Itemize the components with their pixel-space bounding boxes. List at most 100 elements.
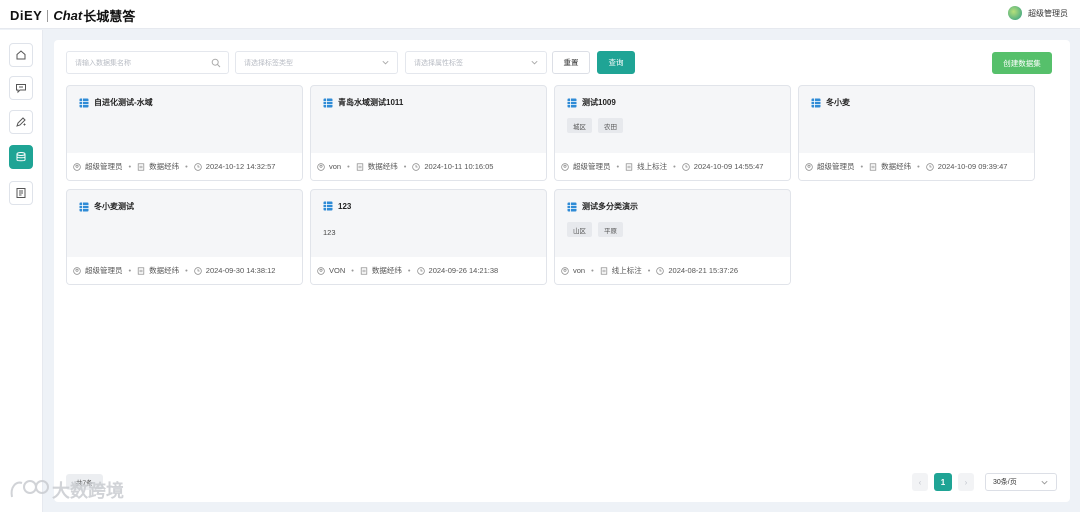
card-time: 2024-10-09 09:39:47	[937, 162, 1008, 171]
card-source: 数据经纬	[371, 266, 402, 275]
sidebar-item-home[interactable]	[9, 43, 33, 67]
card-title-text: 冬小麦	[826, 98, 850, 107]
watermark: 大数跨境	[8, 477, 124, 503]
card-title: 测试1009	[567, 97, 616, 108]
table-icon	[567, 98, 577, 107]
table-icon	[79, 98, 89, 107]
card-user: von	[329, 162, 342, 171]
tag: 城区	[567, 118, 592, 133]
user-menu[interactable]: 超级管理员	[1008, 6, 1068, 20]
tag: 山区	[567, 222, 592, 237]
card-time: 2024-08-21 15:37:26	[668, 266, 739, 275]
user-icon	[73, 162, 81, 171]
dataset-card[interactable]: 冬小麦 超级管理员 • 数据经纬 • 2024-10-09 09:39:47	[798, 85, 1035, 181]
chevron-down-icon	[382, 60, 389, 65]
card-time: 2024-10-12 14:32:57	[205, 162, 276, 171]
dataset-card[interactable]: 自进化测试-水域 超级管理员 • 数据经纬 • 2024-10-12 14:32…	[66, 85, 303, 181]
dataset-card[interactable]: 测试1009 城区 农田 超级管理员 • 线上标注 • 2024-10-09 1…	[554, 85, 791, 181]
source-icon	[600, 266, 607, 275]
source-icon	[356, 162, 363, 171]
card-title-text: 青岛水域测试1011	[338, 98, 404, 107]
card-source: 数据经纬	[881, 162, 912, 171]
table-icon	[323, 201, 333, 211]
search-input[interactable]: 请输入数据集名称	[66, 51, 229, 74]
tag: 平原	[598, 222, 623, 237]
attr-label-select[interactable]: 请选择属性标签	[405, 51, 547, 74]
pen-icon	[16, 117, 26, 127]
watermark-logo-icon	[10, 480, 49, 498]
avatar	[1008, 6, 1022, 20]
card-time: 2024-10-09 14:55:47	[693, 162, 764, 171]
page-number-button[interactable]: 1	[934, 473, 952, 491]
user-icon	[561, 162, 569, 171]
card-title-text: 自进化测试-水域	[94, 98, 153, 107]
card-footer: von • 数据经纬 • 2024-10-11 10:16:05	[311, 153, 546, 180]
card-source: 数据经纬	[367, 162, 398, 171]
page-size-value: 30条/页	[993, 479, 1017, 486]
card-source: 线上标注	[637, 162, 668, 171]
label-type-placeholder: 请选择标签类型	[244, 59, 293, 67]
logo-chat: Chat	[53, 8, 83, 23]
card-source: 数据经纬	[149, 162, 180, 171]
card-title: 自进化测试-水域	[79, 97, 153, 108]
clock-icon	[926, 162, 934, 171]
database-icon	[16, 152, 26, 162]
logo-divider	[47, 9, 49, 22]
sidebar-item-dataset[interactable]	[9, 145, 33, 169]
source-icon	[137, 266, 145, 275]
table-icon	[323, 98, 333, 107]
card-time: 2024-09-30 14:38:12	[205, 266, 276, 275]
dataset-card[interactable]: 123 123 VON • 数据经纬 • 2024-09-26 14:21:38	[310, 189, 547, 285]
card-title: 冬小麦	[811, 97, 850, 108]
user-icon	[73, 266, 81, 275]
card-user: 超级管理员	[817, 162, 855, 171]
card-title-text: 123	[338, 201, 352, 211]
source-icon	[869, 162, 877, 171]
prev-page-button[interactable]: ‹	[912, 473, 928, 491]
app-logo[interactable]: DiEY Chat 长城慧答	[10, 6, 135, 25]
source-icon	[360, 266, 368, 275]
card-title: 青岛水域测试1011	[323, 97, 403, 108]
watermark-text: 大数跨境	[52, 481, 124, 501]
source-icon	[625, 162, 633, 171]
card-time: 2024-10-11 10:16:05	[424, 162, 494, 171]
user-icon	[805, 162, 813, 171]
clock-icon	[412, 162, 421, 171]
clock-icon	[682, 162, 690, 171]
card-description: 123	[323, 228, 336, 237]
card-footer: 超级管理员 • 数据经纬 • 2024-10-12 14:32:57	[67, 153, 302, 180]
user-icon	[561, 266, 569, 275]
sidebar-item-annotate[interactable]	[9, 110, 33, 134]
logo-brand: DiEY	[10, 8, 43, 23]
card-title: 123	[323, 201, 351, 211]
tag: 农田	[598, 118, 623, 133]
main-panel: 请输入数据集名称 请选择标签类型 请选择属性标签 重置 查询 创建数据集 自进化…	[54, 40, 1070, 502]
chevron-down-icon	[531, 60, 538, 65]
reset-button[interactable]: 重置	[552, 51, 590, 74]
page-size-select[interactable]: 30条/页	[985, 473, 1057, 491]
chevron-down-icon	[1041, 480, 1048, 485]
create-dataset-button[interactable]: 创建数据集	[992, 52, 1052, 74]
card-title-text: 冬小麦测试	[94, 202, 134, 211]
card-user: 超级管理员	[573, 162, 611, 171]
clock-icon	[416, 266, 425, 275]
dataset-card[interactable]: 青岛水域测试1011 von • 数据经纬 • 2024-10-11 10:16…	[310, 85, 547, 181]
dataset-card[interactable]: 测试多分类演示 山区 平原 von • 线上标注 • 2024-08-21 15…	[554, 189, 791, 285]
home-icon	[16, 50, 26, 60]
card-user: von	[573, 266, 586, 275]
sidebar	[0, 30, 43, 512]
query-button[interactable]: 查询	[597, 51, 635, 74]
sidebar-item-chat[interactable]	[9, 76, 33, 100]
card-source: 数据经纬	[149, 266, 180, 275]
sidebar-item-records[interactable]	[9, 181, 33, 205]
card-source: 线上标注	[611, 266, 642, 275]
card-user: 超级管理员	[85, 266, 123, 275]
label-type-select[interactable]: 请选择标签类型	[235, 51, 398, 74]
card-footer: von • 线上标注 • 2024-08-21 15:37:26	[555, 257, 790, 284]
user-icon	[317, 266, 325, 275]
user-name: 超级管理员	[1028, 8, 1068, 18]
dataset-card[interactable]: 冬小麦测试 超级管理员 • 数据经纬 • 2024-09-30 14:38:12	[66, 189, 303, 285]
table-icon	[567, 202, 577, 211]
next-page-button[interactable]: ›	[958, 473, 974, 491]
card-footer: 超级管理员 • 数据经纬 • 2024-10-09 09:39:47	[799, 153, 1034, 180]
